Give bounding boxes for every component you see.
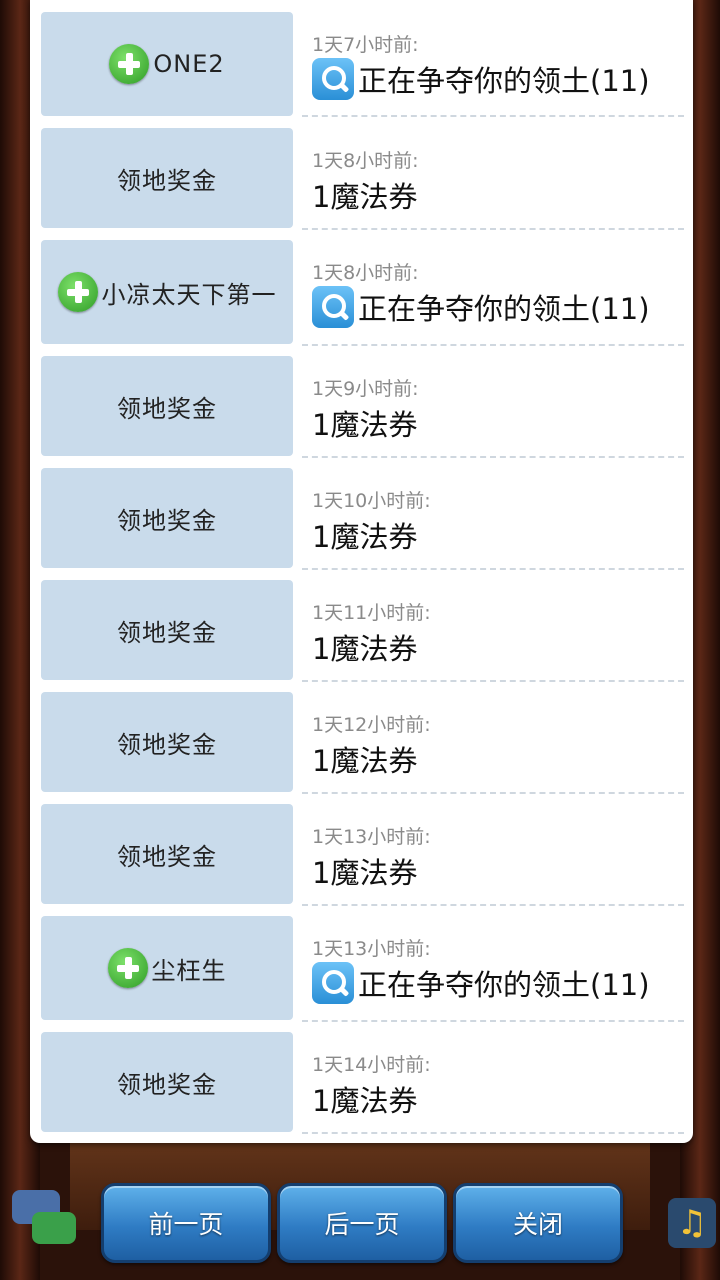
- chat-icon[interactable]: [12, 1190, 76, 1254]
- search-icon[interactable]: [312, 58, 354, 100]
- log-message: 1魔法券: [312, 1078, 417, 1120]
- next-page-button[interactable]: 后一页: [277, 1183, 447, 1263]
- log-message: 1魔法券: [312, 174, 417, 216]
- reward-cell: 领地奖金: [41, 128, 293, 228]
- timestamp: 1天10小时前:: [312, 490, 431, 512]
- message-text: 1魔法券: [312, 1084, 418, 1118]
- message-text: 正在争夺你的领土(11): [358, 64, 650, 98]
- log-message: 1魔法券: [312, 850, 417, 892]
- music-note-icon[interactable]: ♫: [668, 1198, 716, 1248]
- log-entry: 1天8小时前: 1魔法券: [302, 128, 684, 230]
- reward-cell: 领地奖金: [41, 468, 293, 568]
- message-text: 正在争夺你的领土(11): [358, 968, 650, 1002]
- reward-label: 领地奖金: [117, 618, 217, 647]
- log-message: 1魔法券: [312, 738, 417, 780]
- close-button[interactable]: 关闭: [453, 1183, 623, 1263]
- search-icon[interactable]: [312, 286, 354, 328]
- timestamp: 1天14小时前:: [312, 1054, 431, 1076]
- add-friend-icon[interactable]: [109, 44, 150, 84]
- log-message: 正在争夺你的领土(11): [312, 286, 650, 328]
- log-entry: 1天12小时前: 1魔法券: [302, 692, 684, 794]
- reward-label: 领地奖金: [117, 394, 217, 423]
- timestamp: 1天7小时前:: [312, 34, 419, 56]
- chat-bubble-icon: [32, 1212, 76, 1244]
- log-message: 1魔法券: [312, 514, 417, 556]
- log-message: 1魔法券: [312, 402, 417, 444]
- message-text: 正在争夺你的领土(11): [358, 292, 650, 326]
- log-entry: 1天13小时前: 正在争夺你的领土(11): [302, 916, 684, 1022]
- log-entry: 1天7小时前: 正在争夺你的领土(11): [302, 12, 684, 117]
- log-entry: 1天14小时前: 1魔法券: [302, 1032, 684, 1134]
- reward-cell: 领地奖金: [41, 692, 293, 792]
- message-text: 1魔法券: [312, 744, 418, 778]
- message-text: 1魔法券: [312, 856, 418, 890]
- player-name-cell[interactable]: 尘枉生: [41, 916, 293, 1020]
- message-text: 1魔法券: [312, 180, 418, 214]
- timestamp: 1天9小时前:: [312, 378, 419, 400]
- log-entry: 1天9小时前: 1魔法券: [302, 356, 684, 458]
- timestamp: 1天13小时前:: [312, 826, 431, 848]
- reward-cell: 领地奖金: [41, 356, 293, 456]
- add-friend-icon[interactable]: [107, 948, 148, 988]
- log-entry: 1天8小时前: 正在争夺你的领土(11): [302, 240, 684, 346]
- reward-cell: 领地奖金: [41, 580, 293, 680]
- log-message: 正在争夺你的领土(11): [312, 58, 650, 100]
- message-text: 1魔法券: [312, 520, 418, 554]
- timestamp: 1天12小时前:: [312, 714, 431, 736]
- search-icon[interactable]: [312, 962, 354, 1004]
- reward-label: 领地奖金: [117, 166, 217, 195]
- add-friend-icon[interactable]: [57, 272, 98, 312]
- prev-page-button[interactable]: 前一页: [101, 1183, 271, 1263]
- reward-label: 领地奖金: [117, 506, 217, 535]
- log-entry: 1天13小时前: 1魔法券: [302, 804, 684, 906]
- log-entry: 1天10小时前: 1魔法券: [302, 468, 684, 570]
- log-message: 1魔法券: [312, 626, 417, 668]
- message-text: 1魔法券: [312, 408, 418, 442]
- reward-cell: 领地奖金: [41, 1032, 293, 1132]
- timestamp: 1天11小时前:: [312, 602, 431, 624]
- reward-label: 领地奖金: [117, 730, 217, 759]
- log-message: 正在争夺你的领土(11): [312, 962, 650, 1004]
- timestamp: 1天8小时前:: [312, 262, 419, 284]
- territory-log-panel[interactable]: ONE2 1天7小时前: 正在争夺你的领土(11) 领地奖金 1天8小时前: 1…: [30, 0, 693, 1143]
- player-name: 尘枉生: [151, 956, 227, 985]
- reward-label: 领地奖金: [117, 1070, 217, 1099]
- player-name-cell[interactable]: 小凉太天下第一: [41, 240, 293, 344]
- player-name-cell[interactable]: ONE2: [41, 12, 293, 116]
- player-name: 小凉太天下第一: [101, 280, 277, 309]
- log-entry: 1天11小时前: 1魔法券: [302, 580, 684, 682]
- reward-cell: 领地奖金: [41, 804, 293, 904]
- message-text: 1魔法券: [312, 632, 418, 666]
- reward-label: 领地奖金: [117, 842, 217, 871]
- timestamp: 1天8小时前:: [312, 150, 419, 172]
- timestamp: 1天13小时前:: [312, 938, 431, 960]
- player-name: ONE2: [153, 50, 225, 78]
